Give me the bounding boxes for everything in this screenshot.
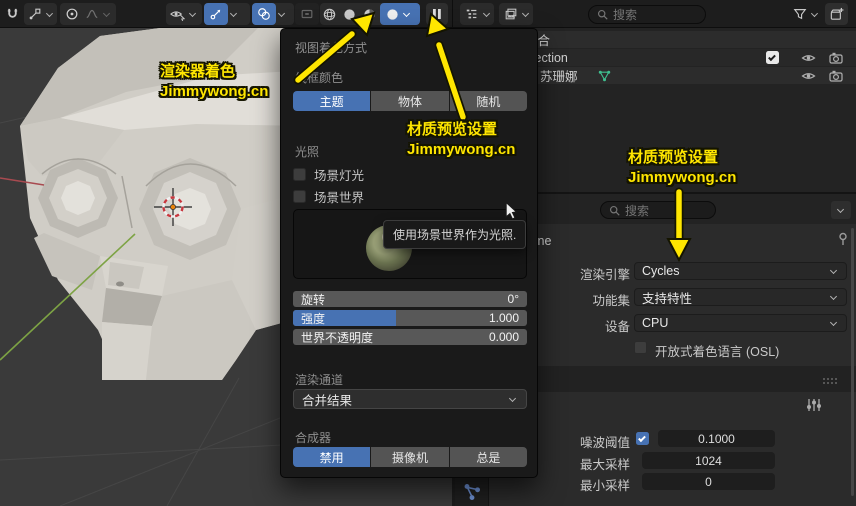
xray-toggle[interactable]: [295, 3, 319, 25]
eye-icon[interactable]: [801, 53, 816, 63]
shading-mode-group: [320, 3, 420, 25]
properties-search-placeholder: 搜索: [625, 202, 649, 219]
rotation-slider[interactable]: 旋转 0°: [293, 291, 527, 307]
outliner-filter-dropdown[interactable]: [499, 3, 533, 25]
popover-title: 视图着色方式: [295, 39, 367, 56]
filter-funnel-dropdown[interactable]: [789, 3, 822, 25]
scene-lights-checkbox[interactable]: [293, 168, 306, 181]
properties-scrollbar[interactable]: [851, 228, 854, 496]
panel-grip[interactable]: [822, 377, 839, 384]
eye-icon[interactable]: [801, 71, 816, 81]
render-pass-label: 渲染通道: [295, 371, 343, 388]
outliner-display-mode-dropdown[interactable]: [460, 3, 494, 25]
tooltip: 使用场景世界作为光照.: [383, 220, 526, 249]
max-samples-field[interactable]: 1024: [642, 452, 775, 469]
compositor-segmented: 禁用 摄像机 总是: [293, 447, 527, 467]
camera-icon[interactable]: [829, 70, 843, 82]
magnet-icon[interactable]: [3, 4, 22, 24]
snap-settings-dropdown[interactable]: [24, 3, 57, 25]
sampling-settings-icon[interactable]: [806, 398, 822, 412]
render-pass-dropdown[interactable]: 合并结果: [293, 389, 527, 409]
show-object-types-dropdown[interactable]: [166, 3, 202, 25]
properties-search-input[interactable]: 搜索: [600, 201, 716, 219]
compositor-always-button[interactable]: 总是: [450, 447, 527, 467]
noise-threshold-field[interactable]: 0.1000: [658, 430, 775, 447]
rendered-shading-icon[interactable]: [383, 4, 402, 24]
gizmo-toggle-group: [204, 3, 250, 25]
annotation-material-preview-1: 材质预览设置 Jimmywong.cn: [407, 120, 515, 161]
compositor-camera-button[interactable]: 摄像机: [371, 447, 448, 467]
proportional-editing-icon[interactable]: [62, 4, 81, 24]
overlays-toggle-group: [252, 3, 294, 25]
chin: [102, 322, 152, 380]
world-opacity-slider[interactable]: 世界不透明度 0.000: [293, 329, 527, 345]
solid-shading-icon[interactable]: [340, 4, 359, 24]
min-samples-field[interactable]: 0: [642, 473, 775, 490]
overlays-icon[interactable]: [252, 3, 276, 25]
pause-icon: [432, 8, 442, 20]
viewport-shading-popover: 视图着色方式 线框颜色 主题 物体 随机 光照 场景灯光 场景世界 旋转 0° …: [280, 28, 538, 478]
new-collection-icon: [829, 7, 844, 22]
lighting-label: 光照: [295, 143, 319, 160]
header-divider: [452, 0, 453, 28]
wire-color-segmented: 主题 物体 随机: [293, 91, 527, 111]
camera-icon[interactable]: [829, 52, 843, 64]
blender-window: 场景集合 Collection 苏珊娜: [0, 0, 856, 506]
annotation-render-shading: 渲染器着色 Jimmywong.cn: [160, 62, 268, 103]
wire-color-random-button[interactable]: 随机: [450, 91, 527, 111]
proportional-editing-group: [60, 3, 116, 25]
wire-color-theme-button[interactable]: 主题: [293, 91, 370, 111]
shading-dropdown-chevron[interactable]: [403, 9, 410, 16]
mesh-data-icon: [597, 68, 612, 83]
filter-funnel-icon: [791, 4, 809, 24]
gizmo-icon[interactable]: [204, 3, 228, 25]
scene-world-checkbox[interactable]: [293, 190, 306, 203]
osl-label: 开放式着色语言 (OSL): [655, 341, 779, 360]
compositor-label: 合成器: [295, 429, 331, 446]
properties-options-button[interactable]: [831, 201, 851, 219]
panel-gap: [489, 366, 856, 392]
noise-threshold-checkbox[interactable]: [636, 432, 649, 445]
device-dropdown[interactable]: CPU: [634, 314, 847, 332]
collection-exclude-checkbox[interactable]: [766, 51, 779, 64]
strength-slider[interactable]: 强度 1.000: [293, 310, 527, 326]
popover-pointer: [427, 21, 445, 29]
wire-color-label: 线框颜色: [295, 69, 343, 86]
filter-image-icon: [501, 4, 520, 24]
mouse-cursor: [505, 202, 519, 220]
wire-color-object-button[interactable]: 物体: [371, 91, 448, 111]
wireframe-shading-icon[interactable]: [320, 4, 339, 24]
falloff-curve-icon[interactable]: [82, 4, 101, 24]
compositor-disabled-button[interactable]: 禁用: [293, 447, 370, 467]
render-engine-dropdown[interactable]: Cycles: [634, 262, 847, 280]
search-icon: [609, 205, 620, 216]
feature-set-dropdown[interactable]: 支持特性: [634, 288, 847, 306]
new-collection-button[interactable]: [825, 3, 848, 25]
properties-tab-icon[interactable]: [462, 482, 482, 502]
scene-lights-row[interactable]: 场景灯光: [293, 165, 364, 184]
rendered-shading-active-segment: [380, 3, 420, 25]
xray-icon: [297, 4, 316, 24]
osl-checkbox[interactable]: [634, 341, 647, 354]
material-preview-shading-icon[interactable]: [360, 4, 379, 24]
search-icon: [597, 9, 608, 20]
display-mode-icon: [462, 4, 481, 24]
snap-target-icon: [26, 4, 44, 24]
suzanne-label: 苏珊娜: [540, 66, 578, 85]
outliner-search-placeholder: 搜索: [613, 6, 637, 23]
show-object-types-icon: [168, 4, 187, 24]
annotation-material-preview-2: 材质预览设置 Jimmywong.cn: [628, 148, 736, 189]
scene-world-row[interactable]: 场景世界: [293, 187, 364, 206]
pin-icon[interactable]: [836, 232, 850, 246]
outliner-search-input[interactable]: 搜索: [588, 5, 706, 24]
